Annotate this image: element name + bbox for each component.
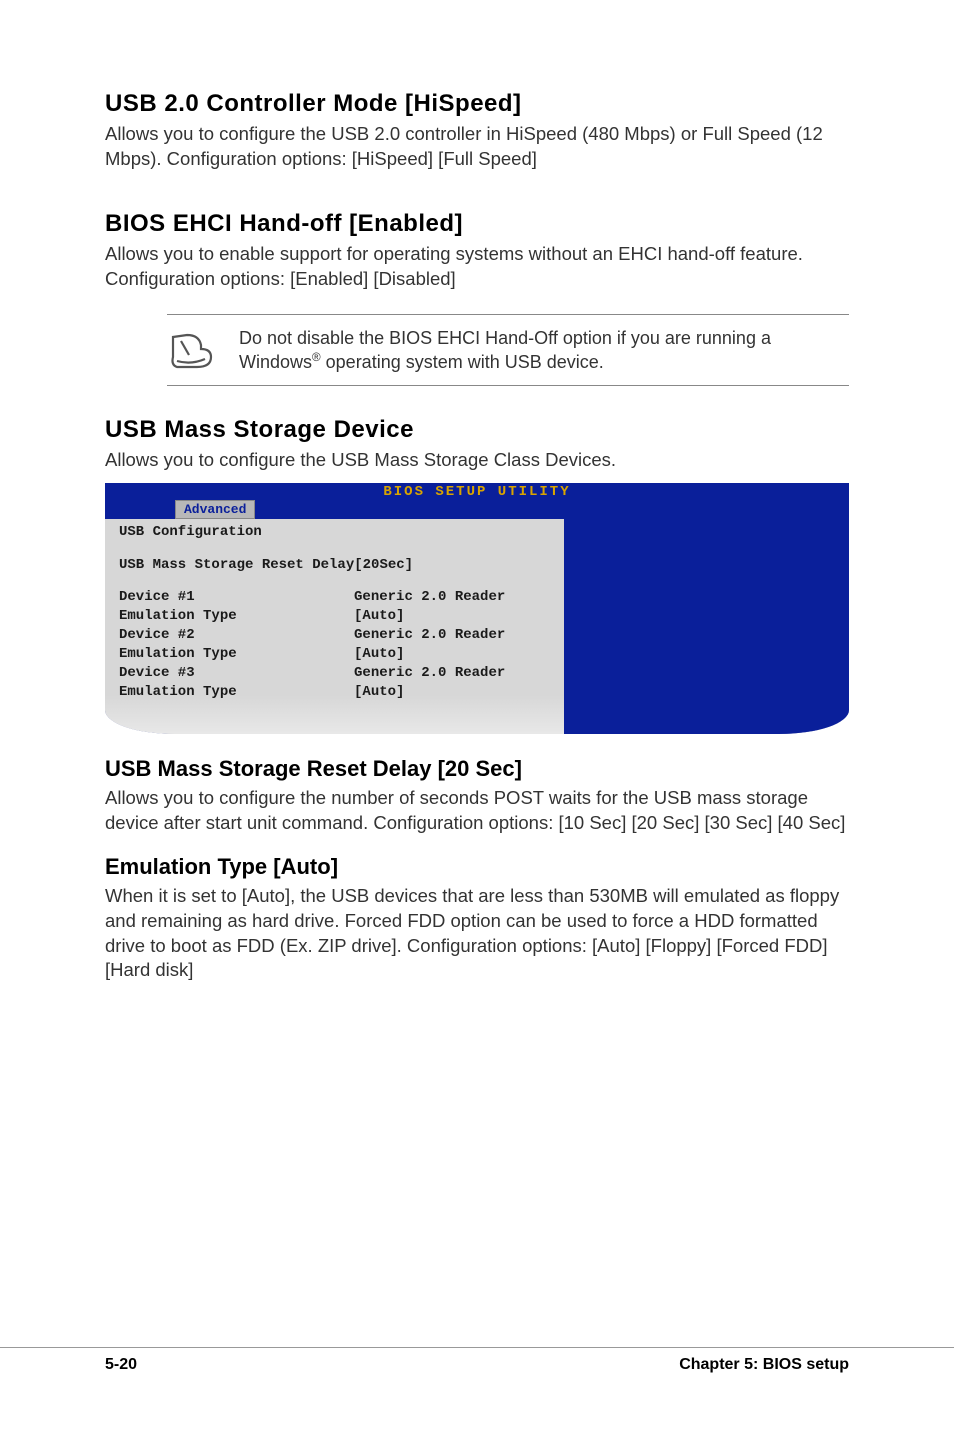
page-content: USB 2.0 Controller Mode [HiSpeed] Allows… <box>105 90 849 983</box>
note-text: Do not disable the BIOS EHCI Hand-Off op… <box>239 327 849 375</box>
bios-row-value: Generic 2.0 Reader <box>354 664 554 683</box>
bios-reset-delay-label: USB Mass Storage Reset Delay <box>119 556 354 575</box>
note-callout: Do not disable the BIOS EHCI Hand-Off op… <box>167 314 849 386</box>
heading-emulation: Emulation Type [Auto] <box>105 854 849 880</box>
bios-left-pane: USB Configuration USB Mass Storage Reset… <box>105 519 566 734</box>
bios-row-label: Device #1 <box>119 588 354 607</box>
bios-tab-row: Advanced <box>105 501 849 519</box>
bios-row-label: Device #2 <box>119 626 354 645</box>
bios-device-row: Device #1 Generic 2.0 Reader <box>119 588 554 607</box>
page-footer: 5-20 Chapter 5: BIOS setup <box>0 1347 954 1374</box>
bios-tab-advanced[interactable]: Advanced <box>175 500 255 519</box>
bios-reset-delay-value: [20Sec] <box>354 556 554 575</box>
bios-row-label: Emulation Type <box>119 645 354 664</box>
bios-emulation-row[interactable]: Emulation Type [Auto] <box>119 645 554 664</box>
heading-mass-device: USB Mass Storage Device <box>105 416 849 444</box>
bios-right-pane <box>566 519 849 734</box>
para-ehci: Allows you to enable support for operati… <box>105 242 849 292</box>
bios-group-title: USB Configuration <box>119 523 354 542</box>
bios-row-value: [Auto] <box>354 645 554 664</box>
heading-ehci: BIOS EHCI Hand-off [Enabled] <box>105 210 849 238</box>
bios-emulation-row[interactable]: Emulation Type [Auto] <box>119 607 554 626</box>
footer-page-number: 5-20 <box>105 1356 137 1374</box>
para-reset-delay: Allows you to configure the number of se… <box>105 786 849 836</box>
footer-chapter: Chapter 5: BIOS setup <box>679 1356 849 1374</box>
bios-row-value: [Auto] <box>354 607 554 626</box>
heading-usb20: USB 2.0 Controller Mode [HiSpeed] <box>105 90 849 118</box>
hand-note-icon <box>167 331 215 371</box>
note-text-post: operating system with USB device. <box>321 352 604 372</box>
bios-reset-delay-row[interactable]: USB Mass Storage Reset Delay [20Sec] <box>119 556 554 575</box>
bios-row-label: Emulation Type <box>119 683 354 702</box>
heading-reset-delay: USB Mass Storage Reset Delay [20 Sec] <box>105 756 849 782</box>
bios-device-row: Device #3 Generic 2.0 Reader <box>119 664 554 683</box>
bios-title: BIOS SETUP UTILITY <box>105 483 849 501</box>
bios-device-row: Device #2 Generic 2.0 Reader <box>119 626 554 645</box>
bios-row-value: [Auto] <box>354 683 554 702</box>
bios-panel: BIOS SETUP UTILITY Advanced USB Configur… <box>105 483 849 734</box>
note-reg-symbol: ® <box>312 351 321 364</box>
bios-body: USB Configuration USB Mass Storage Reset… <box>105 519 849 734</box>
bios-row-label: Emulation Type <box>119 607 354 626</box>
bios-emulation-row[interactable]: Emulation Type [Auto] <box>119 683 554 702</box>
para-emulation: When it is set to [Auto], the USB device… <box>105 884 849 984</box>
bios-row-label: Device #3 <box>119 664 354 683</box>
para-mass-device: Allows you to configure the USB Mass Sto… <box>105 448 849 473</box>
bios-row-value: Generic 2.0 Reader <box>354 588 554 607</box>
para-usb20: Allows you to configure the USB 2.0 cont… <box>105 122 849 172</box>
bios-row-value: Generic 2.0 Reader <box>354 626 554 645</box>
